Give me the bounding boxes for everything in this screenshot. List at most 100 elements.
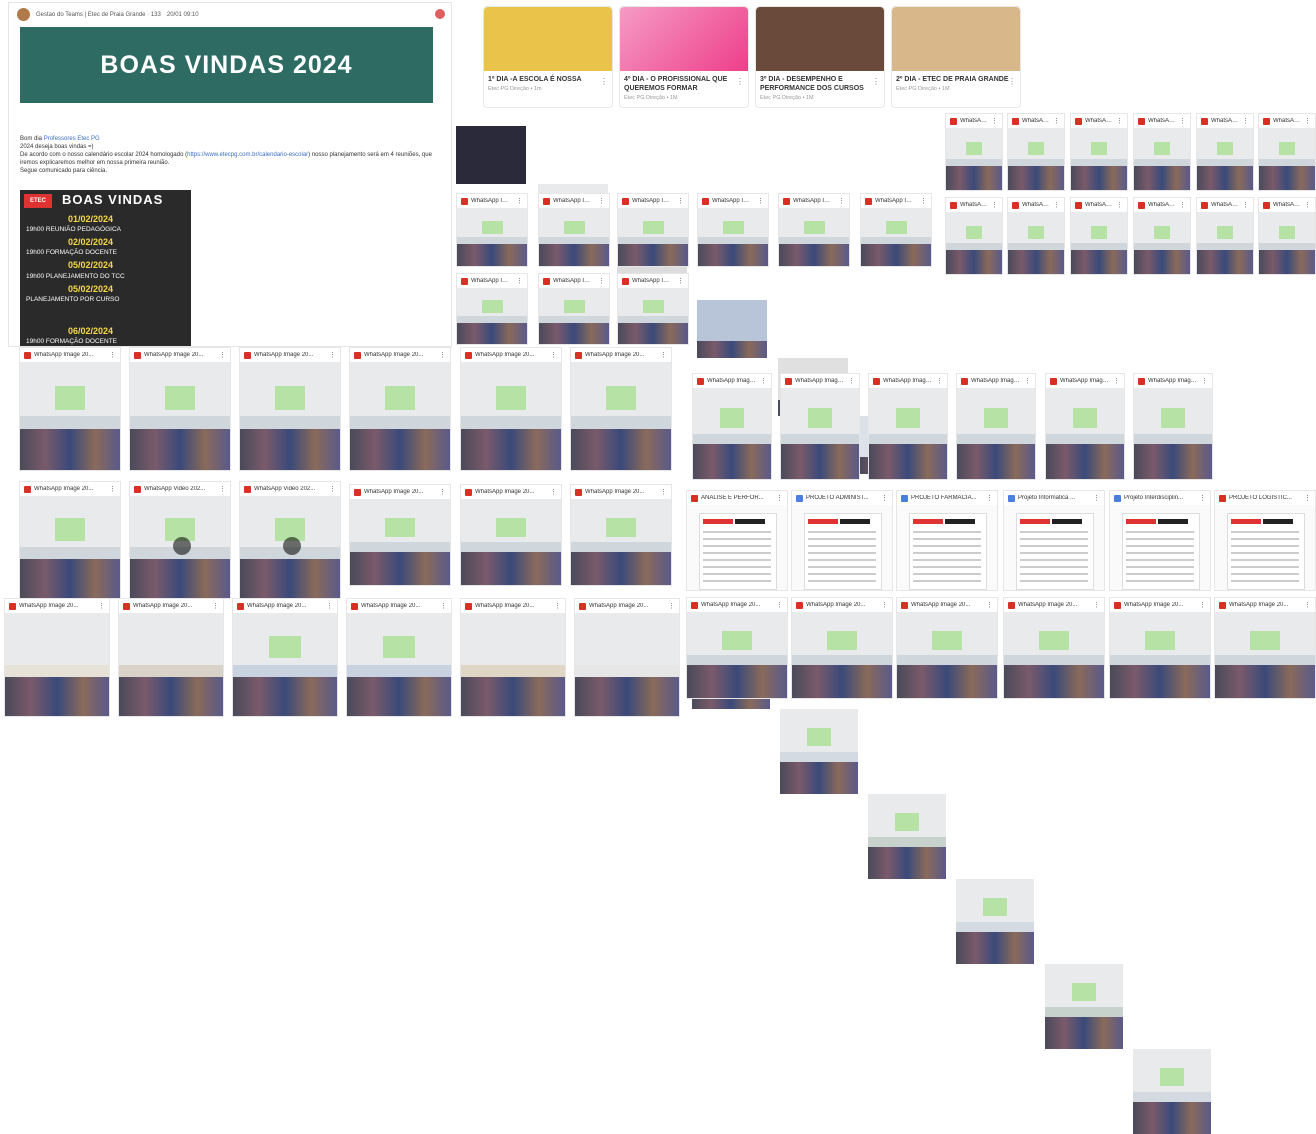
- image-tile[interactable]: WhatsApp Image 20...⋮: [1045, 373, 1125, 480]
- more-options-icon[interactable]: ⋮: [986, 601, 993, 609]
- document-tile[interactable]: Projeto Interdisciplin... ⋮: [1109, 490, 1211, 591]
- more-options-icon[interactable]: ⋮: [219, 485, 226, 493]
- image-tile[interactable]: WhatsApp Image 20...⋮: [346, 598, 452, 717]
- mention-link[interactable]: Professores Etec PG: [44, 136, 100, 142]
- more-options-icon[interactable]: ⋮: [757, 197, 764, 205]
- image-tile[interactable]: WhatsApp Image 20...⋮: [1196, 197, 1254, 275]
- image-tile[interactable]: WhatsApp Image 20...⋮: [538, 273, 610, 345]
- more-options-icon[interactable]: ⋮: [872, 77, 880, 86]
- more-options-icon[interactable]: ⋮: [598, 197, 605, 205]
- more-options-icon[interactable]: ⋮: [554, 602, 561, 610]
- image-tile[interactable]: WhatsApp Image 20...⋮: [460, 484, 562, 586]
- more-options-icon[interactable]: ⋮: [660, 488, 667, 496]
- image-tile[interactable]: WhatsApp Image 20...⋮: [868, 373, 948, 480]
- more-options-icon[interactable]: ⋮: [109, 351, 116, 359]
- image-tile[interactable]: WhatsApp Image 20...⋮: [239, 347, 341, 471]
- more-options-icon[interactable]: ⋮: [736, 77, 744, 86]
- image-tile[interactable]: WhatsApp Image 20...⋮: [570, 484, 672, 586]
- more-options-icon[interactable]: ⋮: [600, 77, 608, 86]
- more-options-icon[interactable]: ⋮: [1304, 201, 1311, 209]
- more-options-icon[interactable]: ⋮: [516, 277, 523, 285]
- more-options-icon[interactable]: ⋮: [1199, 494, 1206, 502]
- document-tile[interactable]: PROJETO ADMINIST... ⋮: [791, 490, 893, 591]
- classroom-card[interactable]: 4º DIA - O PROFISSIONAL QUE QUEREMOS FOR…: [619, 6, 749, 108]
- image-tile[interactable]: WhatsApp Image 20...⋮: [956, 373, 1036, 480]
- image-tile[interactable]: WhatsApp Image 20...⋮: [686, 597, 788, 699]
- image-tile[interactable]: WhatsApp Image 20...⋮: [896, 597, 998, 699]
- image-tile[interactable]: WhatsApp Image 20...⋮: [460, 598, 566, 717]
- more-options-icon[interactable]: ⋮: [212, 602, 219, 610]
- document-tile[interactable]: PROJETO LOGISTIC... ⋮: [1214, 490, 1316, 591]
- more-options-icon[interactable]: ⋮: [1201, 377, 1208, 385]
- image-tile[interactable]: WhatsApp Image 20...⋮: [1109, 597, 1211, 699]
- reaction-icon[interactable]: [435, 9, 445, 19]
- more-options-icon[interactable]: ⋮: [1093, 494, 1100, 502]
- image-tile[interactable]: WhatsApp Image 20...⋮: [860, 193, 932, 267]
- image-tile[interactable]: WhatsApp Image 20...⋮: [1214, 597, 1316, 699]
- more-options-icon[interactable]: ⋮: [1304, 117, 1311, 125]
- photo-thumbnail[interactable]: [1133, 1049, 1211, 1134]
- more-options-icon[interactable]: ⋮: [776, 494, 783, 502]
- more-options-icon[interactable]: ⋮: [1242, 117, 1249, 125]
- image-tile[interactable]: WhatsApp Image 20...⋮: [232, 598, 338, 717]
- photo-thumbnail[interactable]: [1045, 964, 1123, 1049]
- video-tile[interactable]: WhatsApp Video 202... ⋮: [129, 481, 231, 599]
- image-tile[interactable]: WhatsApp Image 20...⋮: [538, 193, 610, 267]
- more-options-icon[interactable]: ⋮: [991, 201, 998, 209]
- image-tile[interactable]: WhatsApp Image 20...⋮: [118, 598, 224, 717]
- document-tile[interactable]: PROJETO FARMACIA... ⋮: [896, 490, 998, 591]
- more-options-icon[interactable]: ⋮: [760, 377, 767, 385]
- more-options-icon[interactable]: ⋮: [1024, 377, 1031, 385]
- avatar[interactable]: [17, 8, 30, 21]
- more-options-icon[interactable]: ⋮: [1179, 117, 1186, 125]
- more-options-icon[interactable]: ⋮: [1053, 117, 1060, 125]
- image-tile[interactable]: WhatsApp Image 20...⋮: [692, 373, 772, 480]
- more-options-icon[interactable]: ⋮: [677, 197, 684, 205]
- more-options-icon[interactable]: ⋮: [991, 117, 998, 125]
- more-options-icon[interactable]: ⋮: [439, 351, 446, 359]
- image-tile[interactable]: WhatsApp Image 20...⋮: [1007, 197, 1065, 275]
- more-options-icon[interactable]: ⋮: [848, 377, 855, 385]
- more-options-icon[interactable]: ⋮: [440, 602, 447, 610]
- more-options-icon[interactable]: ⋮: [1116, 117, 1123, 125]
- more-options-icon[interactable]: ⋮: [1116, 201, 1123, 209]
- more-options-icon[interactable]: ⋮: [936, 377, 943, 385]
- image-tile[interactable]: WhatsApp Image 20...⋮: [19, 347, 121, 471]
- more-options-icon[interactable]: ⋮: [668, 602, 675, 610]
- more-options-icon[interactable]: ⋮: [660, 351, 667, 359]
- photo-thumbnail[interactable]: [697, 300, 767, 358]
- image-tile[interactable]: WhatsApp Image 20...⋮: [1258, 113, 1316, 191]
- image-tile[interactable]: WhatsApp Image 20...⋮: [19, 481, 121, 599]
- photo-thumbnail[interactable]: [456, 126, 526, 184]
- more-options-icon[interactable]: ⋮: [598, 277, 605, 285]
- video-tile[interactable]: WhatsApp Video 202... ⋮: [239, 481, 341, 599]
- more-options-icon[interactable]: ⋮: [1304, 494, 1311, 502]
- more-options-icon[interactable]: ⋮: [1179, 201, 1186, 209]
- more-options-icon[interactable]: ⋮: [550, 488, 557, 496]
- image-tile[interactable]: WhatsApp Image 20...⋮: [570, 347, 672, 471]
- more-options-icon[interactable]: ⋮: [1008, 77, 1016, 86]
- classroom-card[interactable]: 2º DIA - ETEC DE PRAIA GRANDE Etec PG Di…: [891, 6, 1021, 108]
- classroom-card[interactable]: 3º DIA - DESEMPENHO E PERFORMANCE DOS CU…: [755, 6, 885, 108]
- more-options-icon[interactable]: ⋮: [109, 485, 116, 493]
- image-tile[interactable]: WhatsApp Image 20...⋮: [778, 193, 850, 267]
- more-options-icon[interactable]: ⋮: [98, 602, 105, 610]
- more-options-icon[interactable]: ⋮: [516, 197, 523, 205]
- image-tile[interactable]: WhatsApp Image 20...⋮: [574, 598, 680, 717]
- image-tile[interactable]: WhatsApp Image 20...⋮: [1003, 597, 1105, 699]
- calendar-link[interactable]: https://www.etecpg.com.br/calendario-esc…: [187, 152, 308, 158]
- image-tile[interactable]: WhatsApp Image 20...⋮: [460, 347, 562, 471]
- image-tile[interactable]: WhatsApp Image 20...⋮: [1133, 373, 1213, 480]
- more-options-icon[interactable]: ⋮: [881, 601, 888, 609]
- photo-thumbnail[interactable]: [868, 794, 946, 879]
- image-tile[interactable]: WhatsApp Image 20...⋮: [617, 273, 689, 345]
- image-tile[interactable]: WhatsApp Image 20...⋮: [1070, 197, 1128, 275]
- welcome-poster[interactable]: ETEC BOAS VINDAS 01/02/2024 19h00 REUNIÃ…: [20, 190, 191, 346]
- more-options-icon[interactable]: ⋮: [1113, 377, 1120, 385]
- more-options-icon[interactable]: ⋮: [439, 488, 446, 496]
- image-tile[interactable]: WhatsApp Image 20...⋮: [349, 347, 451, 471]
- more-options-icon[interactable]: ⋮: [677, 277, 684, 285]
- more-options-icon[interactable]: ⋮: [1053, 201, 1060, 209]
- photo-thumbnail[interactable]: [780, 709, 858, 794]
- image-tile[interactable]: WhatsApp Image 20...⋮: [617, 193, 689, 267]
